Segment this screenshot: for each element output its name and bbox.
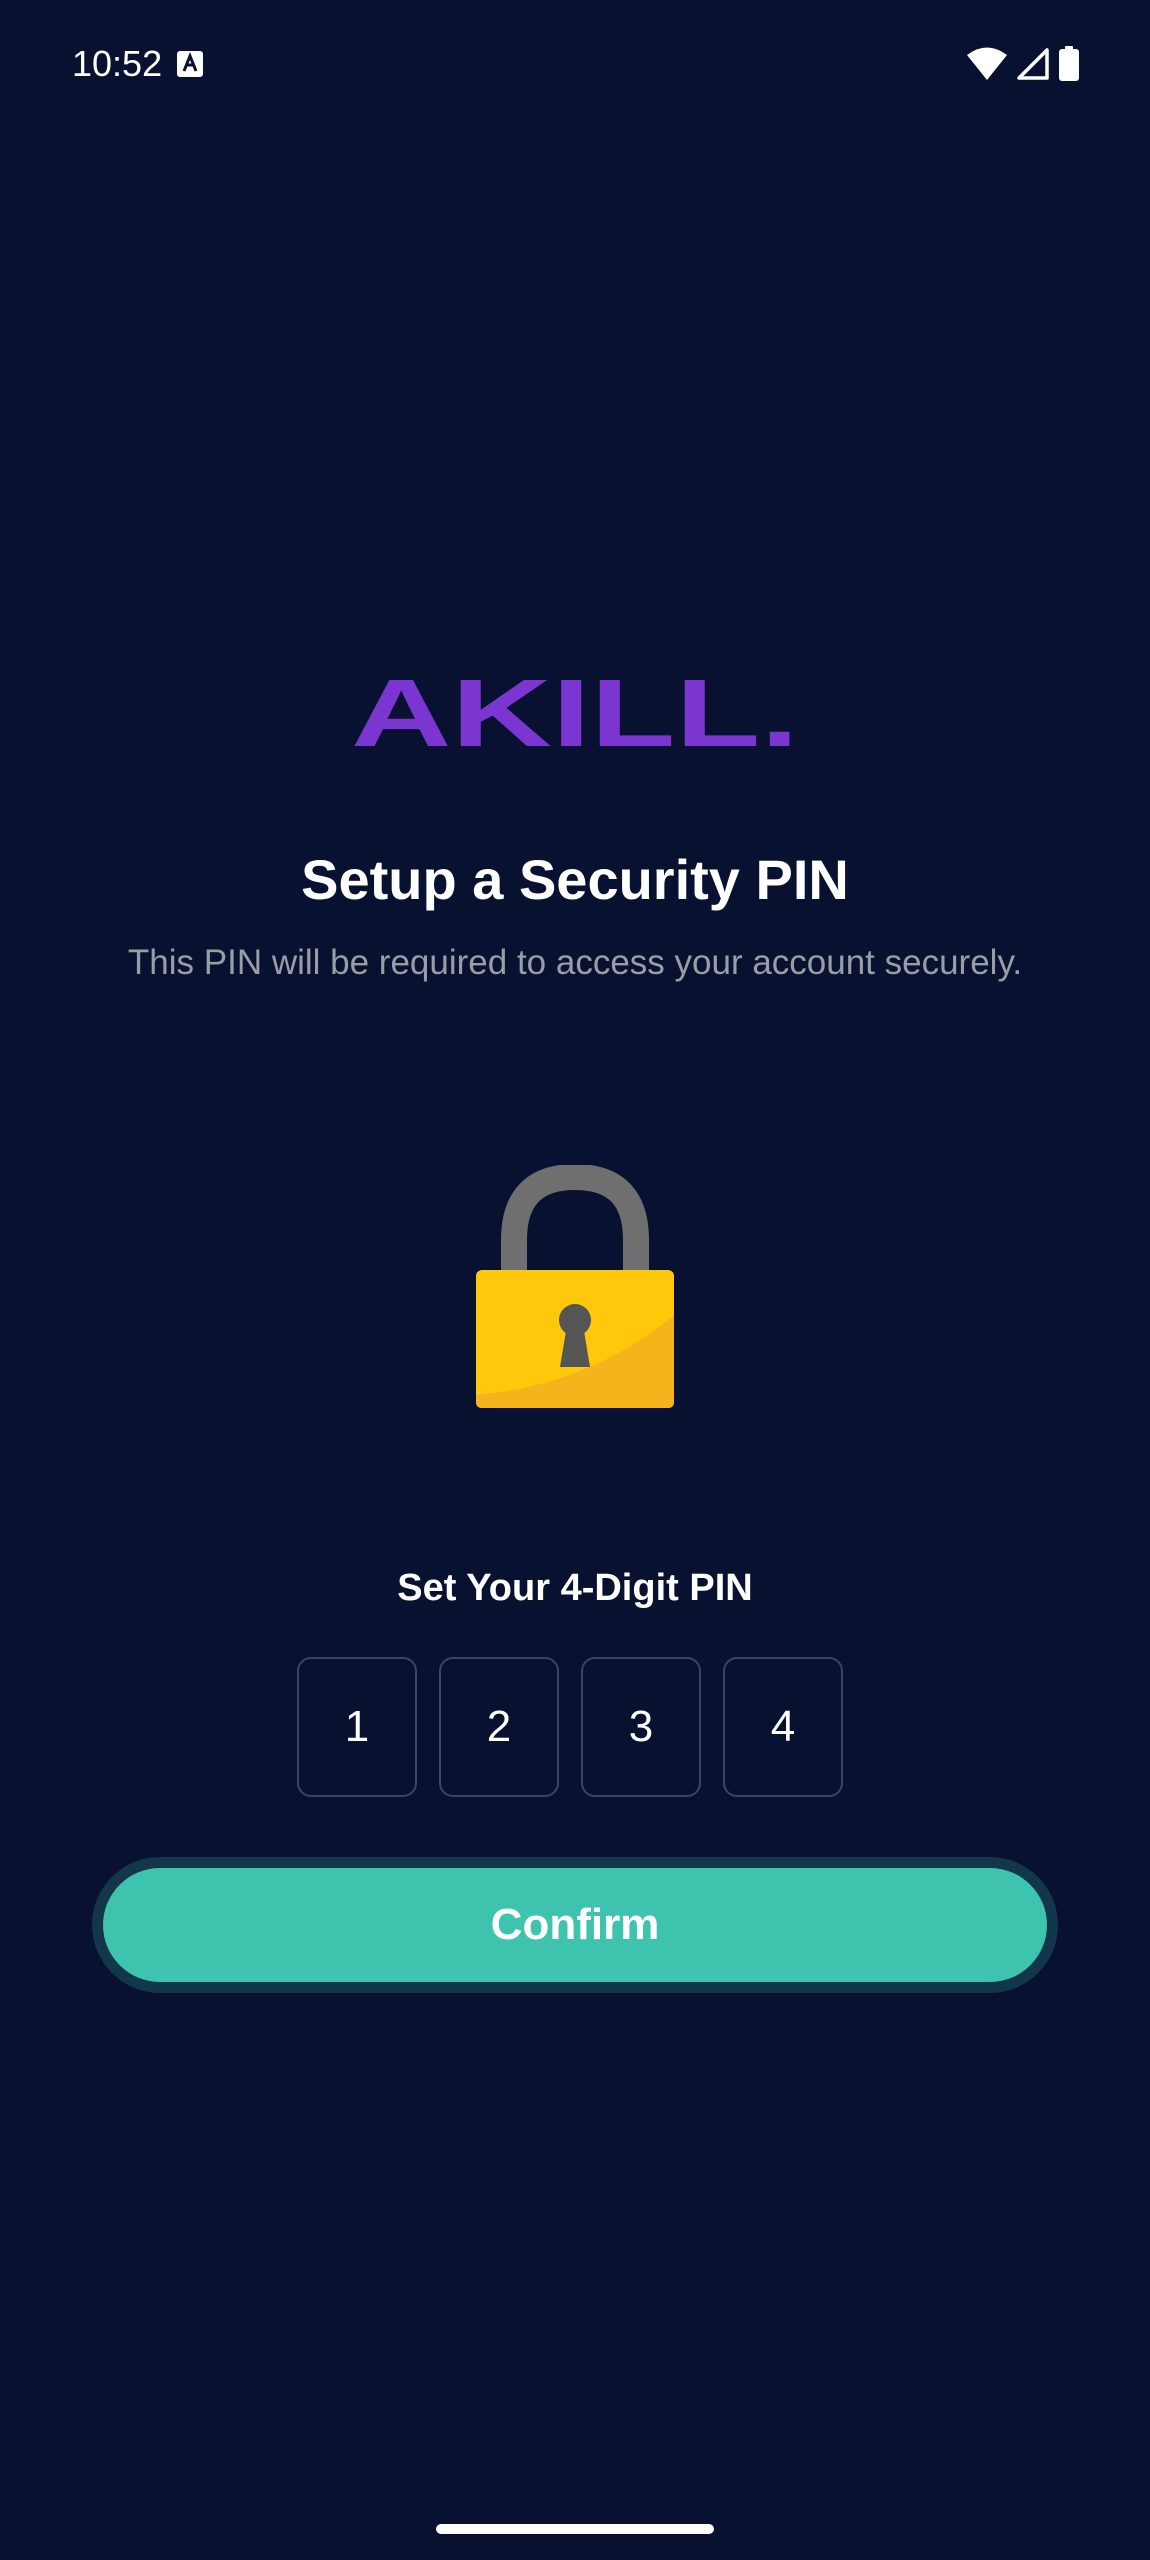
padlock-icon [476, 1165, 674, 1408]
confirm-button[interactable]: Confirm [103, 1868, 1047, 1982]
pin-input-group: 1 2 3 4 [297, 1657, 853, 1799]
pin-digit-2[interactable]: 2 [439, 1657, 559, 1797]
keyboard-notification-icon [177, 51, 203, 77]
status-time: 10:52 [72, 43, 163, 84]
page-title: Setup a Security PIN [301, 848, 849, 911]
app-logo: AKILL. [0, 660, 1150, 760]
pin-digit-3[interactable]: 3 [581, 1657, 701, 1797]
status-bar: 10:52 [0, 0, 1150, 130]
akill-logo: AKILL. [351, 660, 799, 760]
pin-digit-1[interactable]: 1 [297, 1657, 417, 1797]
page-subtitle: This PIN will be required to access your… [127, 943, 1023, 982]
home-indicator[interactable] [436, 2524, 714, 2534]
confirm-button-focus-ring: Confirm [92, 1857, 1058, 1993]
wifi-icon [967, 47, 1007, 80]
status-icons [966, 44, 1080, 84]
svg-text:AKILL.: AKILL. [351, 660, 799, 760]
pin-label: Set Your 4-Digit PIN [397, 1567, 753, 1609]
pin-digit-4[interactable]: 4 [723, 1657, 843, 1797]
cellular-signal-icon [1017, 48, 1049, 80]
battery-icon [1059, 46, 1079, 81]
